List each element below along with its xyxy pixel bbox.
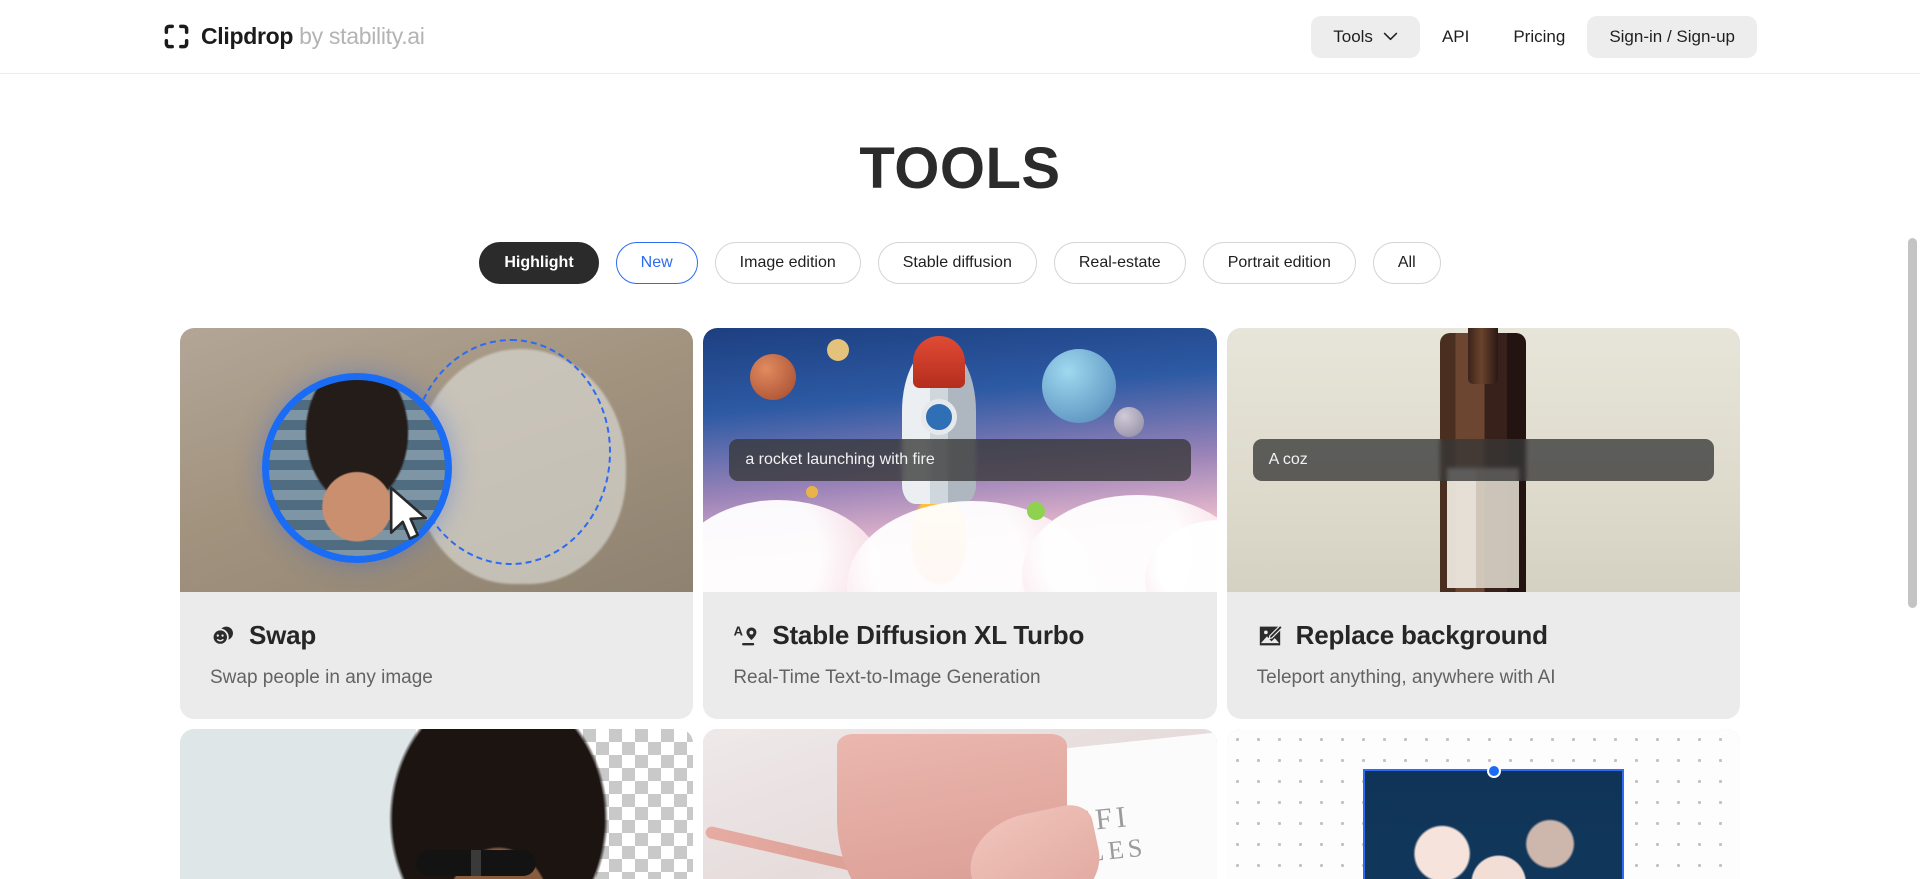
product-photography-artwork: YUZEFI POROLES: [703, 729, 1217, 879]
nav-item-tools[interactable]: Tools: [1311, 15, 1420, 58]
site-header: Clipdrop by stability.ai Tools API Pricin…: [0, 0, 1920, 74]
filter-pill-image-edition[interactable]: Image edition: [714, 242, 861, 284]
nav-label-api: API: [1441, 26, 1470, 46]
tool-card-product-photography[interactable]: YUZEFI POROLES: [703, 729, 1217, 879]
replace-bg-card-body: Replace background Teleport anything, an…: [1227, 592, 1740, 719]
page-title: TOOLS: [859, 136, 1061, 201]
rocket-window: [921, 399, 958, 436]
swap-artwork: [180, 328, 694, 592]
filter-pill-highlight[interactable]: Highlight: [479, 242, 599, 284]
tool-card-uncrop[interactable]: [1226, 729, 1740, 879]
rocket-nose: [913, 335, 966, 388]
tool-card-grid: Swap Swap people in any image a rocket l…: [180, 328, 1740, 879]
nav-item-sign-in[interactable]: Sign-in / Sign-up: [1587, 15, 1757, 58]
filter-pill-stable-diffusion[interactable]: Stable diffusion: [877, 242, 1037, 284]
sdxl-card-title-row: A Stable Diffusion XL Turbo: [733, 620, 1186, 651]
tool-card-swap[interactable]: Swap Swap people in any image: [180, 328, 694, 719]
brand-logo[interactable]: Clipdrop by stability.ai: [163, 23, 425, 50]
planet-gray: [1113, 407, 1144, 438]
sdxl-card-body: A Stable Diffusion XL Turbo Real-Time Te…: [703, 592, 1216, 719]
replace-bg-prompt-text: A coz: [1268, 451, 1308, 468]
uncrop-thumbnail: [1226, 729, 1740, 879]
svg-text:A: A: [734, 623, 744, 638]
nav-item-pricing[interactable]: Pricing: [1491, 16, 1587, 58]
uncrop-artwork: [1226, 729, 1740, 879]
replace-bg-card-subtitle: Teleport anything, anywhere with AI: [1256, 667, 1556, 688]
filter-pill-row: Highlight New Image edition Stable diffu…: [0, 242, 1920, 284]
main-content: TOOLS Highlight New Image edition Stable…: [0, 140, 1920, 879]
primary-nav: Tools API Pricing Sign-in / Sign-up: [1311, 15, 1757, 58]
uncrop-handle-top[interactable]: [1486, 764, 1501, 779]
product-photography-thumbnail: YUZEFI POROLES: [703, 729, 1217, 879]
filter-pill-portrait-edition[interactable]: Portrait edition: [1202, 242, 1356, 284]
bottle-neck: [1468, 328, 1499, 385]
swap-thumbnail: [180, 328, 694, 592]
replace-bg-card-title: Replace background: [1295, 620, 1548, 650]
swap-card-body: Swap Swap people in any image: [180, 592, 693, 719]
sprinkle-green: [1026, 502, 1045, 521]
brand-text: Clipdrop by stability.ai: [201, 23, 425, 50]
sdxl-card-title: Stable Diffusion XL Turbo: [772, 620, 1085, 650]
filter-pill-real-estate[interactable]: Real-estate: [1053, 242, 1186, 284]
face-swap-icon: [211, 626, 233, 646]
page-scrollbar[interactable]: [1905, 0, 1920, 879]
sdxl-prompt-text: a rocket launching with fire: [745, 451, 935, 468]
nav-label-sign-in: Sign-in / Sign-up: [1609, 26, 1735, 46]
uncrop-selected-image: [1363, 769, 1624, 879]
replace-bg-prompt-bar[interactable]: A coz: [1252, 439, 1714, 481]
nav-label-pricing: Pricing: [1513, 26, 1566, 46]
crop-frame-icon: [164, 24, 189, 49]
sprinkle-yellow: [805, 486, 818, 499]
chevron-down-icon: [1383, 32, 1398, 41]
bottle-label: [1447, 468, 1520, 589]
image-edit-icon: [1259, 624, 1283, 645]
scrollbar-thumb[interactable]: [1908, 238, 1917, 608]
planet-yellow: [826, 338, 849, 361]
tool-card-sdxl-turbo[interactable]: a rocket launching with fire A Stable Di…: [703, 328, 1217, 719]
sdxl-card-subtitle: Real-Time Text-to-Image Generation: [733, 667, 1041, 688]
tool-card-replace-background[interactable]: A coz Replace background Teleport anythi…: [1226, 328, 1740, 719]
swap-card-title-row: Swap: [210, 620, 663, 651]
remove-background-thumbnail: [180, 729, 694, 879]
swap-card-title: Swap: [249, 620, 317, 650]
nav-label-tools: Tools: [1333, 26, 1373, 46]
sunglasses: [416, 850, 537, 877]
replace-bg-thumbnail: A coz: [1226, 328, 1740, 592]
cursor-icon: [390, 486, 428, 541]
filter-pill-all[interactable]: All: [1372, 242, 1441, 284]
planet-blue: [1042, 349, 1117, 424]
nav-item-api[interactable]: API: [1420, 16, 1491, 58]
filter-pill-new[interactable]: New: [615, 242, 698, 284]
sdxl-prompt-bar[interactable]: a rocket launching with fire: [729, 439, 1191, 481]
planet-orange: [749, 354, 796, 401]
remove-background-artwork: [180, 729, 694, 879]
text-to-image-icon: A: [734, 623, 757, 645]
sdxl-thumbnail: a rocket launching with fire: [703, 328, 1217, 592]
tool-card-remove-background[interactable]: [180, 729, 694, 879]
brand-by: by stability.ai: [299, 23, 425, 49]
replace-bg-card-title-row: Replace background: [1257, 620, 1710, 651]
swap-card-subtitle: Swap people in any image: [210, 667, 433, 688]
brand-name: Clipdrop: [201, 23, 294, 49]
